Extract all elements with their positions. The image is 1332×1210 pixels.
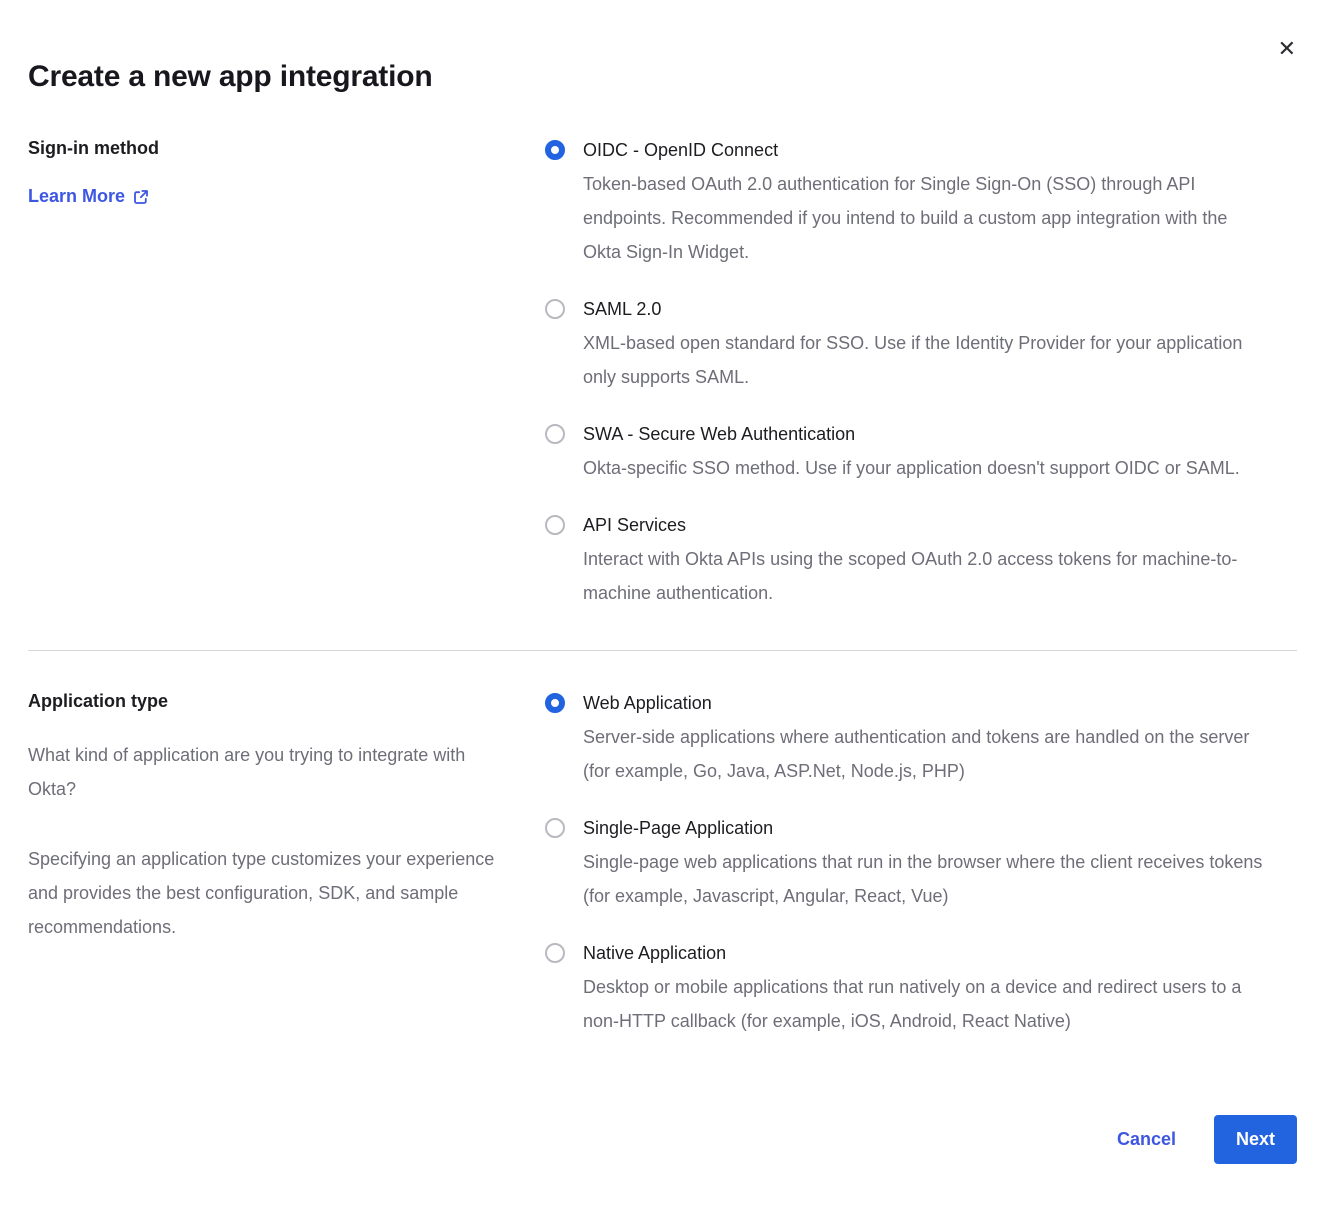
signin-method-options: OIDC - OpenID Connect Token-based OAuth 2… <box>545 138 1265 610</box>
radio-option-label: Web Application <box>583 691 1265 715</box>
application-type-options: Web Application Server-side applications … <box>545 691 1265 1038</box>
learn-more-label: Learn More <box>28 186 125 207</box>
radio-option-description: Desktop or mobile applications that run … <box>583 970 1265 1038</box>
radio-option-label: API Services <box>583 513 1265 537</box>
next-button[interactable]: Next <box>1214 1115 1297 1164</box>
dialog-title: Create a new app integration <box>28 0 1297 94</box>
application-type-label: Application type <box>28 691 545 712</box>
radio-button-icon[interactable] <box>545 515 565 535</box>
signin-method-section: Sign-in method Learn More OIDC - OpenID … <box>28 138 1297 610</box>
radio-button-icon[interactable] <box>545 943 565 963</box>
external-link-icon <box>133 189 149 205</box>
radio-button-icon[interactable] <box>545 140 565 160</box>
application-type-paragraph-2: Specifying an application type customize… <box>28 842 513 944</box>
signin-method-label: Sign-in method <box>28 138 545 159</box>
radio-option-label: OIDC - OpenID Connect <box>583 138 1265 162</box>
radio-option-native-application[interactable]: Native Application Desktop or mobile appl… <box>545 941 1265 1038</box>
dialog-footer: Cancel Next <box>1117 1115 1297 1164</box>
radio-option-description: Okta-specific SSO method. Use if your ap… <box>583 451 1240 485</box>
radio-button-icon[interactable] <box>545 818 565 838</box>
learn-more-link[interactable]: Learn More <box>28 186 149 207</box>
radio-option-description: Single-page web applications that run in… <box>583 845 1265 913</box>
close-icon[interactable]: ✕ <box>1278 38 1296 60</box>
create-app-integration-dialog: ✕ Create a new app integration Sign-in m… <box>0 0 1332 1210</box>
radio-option-description: Server-side applications where authentic… <box>583 720 1265 788</box>
radio-option-description: Interact with Okta APIs using the scoped… <box>583 542 1265 610</box>
radio-option-saml-2-0[interactable]: SAML 2.0 XML-based open standard for SSO.… <box>545 297 1265 394</box>
radio-option-label: Native Application <box>583 941 1265 965</box>
cancel-button[interactable]: Cancel <box>1117 1129 1176 1150</box>
radio-button-icon[interactable] <box>545 424 565 444</box>
radio-button-icon[interactable] <box>545 299 565 319</box>
section-divider <box>28 650 1297 651</box>
radio-option-description: XML-based open standard for SSO. Use if … <box>583 326 1265 394</box>
radio-option-web-application[interactable]: Web Application Server-side applications … <box>545 691 1265 788</box>
application-type-section: Application type What kind of applicatio… <box>28 691 1297 1038</box>
radio-option-api-services[interactable]: API Services Interact with Okta APIs usin… <box>545 513 1265 610</box>
radio-option-label: Single-Page Application <box>583 816 1265 840</box>
radio-option-description: Token-based OAuth 2.0 authentication for… <box>583 167 1265 269</box>
radio-option-single-page-application[interactable]: Single-Page Application Single-page web a… <box>545 816 1265 913</box>
radio-button-icon[interactable] <box>545 693 565 713</box>
radio-option-swa-secure-web-authentication[interactable]: SWA - Secure Web Authentication Okta-spec… <box>545 422 1265 485</box>
application-type-paragraph-1: What kind of application are you trying … <box>28 738 513 806</box>
radio-option-label: SWA - Secure Web Authentication <box>583 422 1240 446</box>
radio-option-label: SAML 2.0 <box>583 297 1265 321</box>
radio-option-oidc-openid-connect[interactable]: OIDC - OpenID Connect Token-based OAuth 2… <box>545 138 1265 269</box>
